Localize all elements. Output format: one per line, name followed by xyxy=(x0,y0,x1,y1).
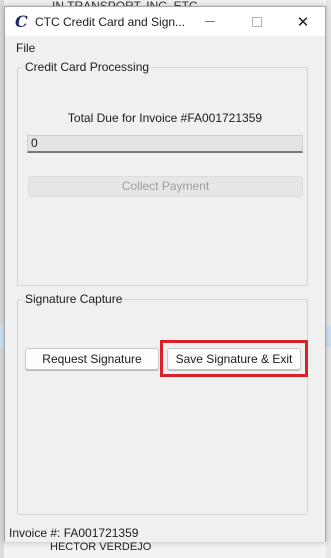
invoice-status-text: Invoice #: FA001721359 xyxy=(9,526,139,540)
status-bar: Invoice #: FA001721359 xyxy=(5,522,325,542)
amount-field[interactable]: 0 xyxy=(27,135,303,153)
maximize-icon xyxy=(252,16,262,27)
minimize-icon xyxy=(205,21,215,22)
credit-card-processing-legend: Credit Card Processing xyxy=(23,60,152,74)
highlight-annotation-box xyxy=(160,340,308,377)
signature-capture-legend: Signature Capture xyxy=(23,292,125,306)
close-button[interactable]: ✕ xyxy=(280,7,326,36)
menu-bar: File xyxy=(5,36,325,58)
request-signature-button[interactable]: Request Signature xyxy=(25,348,159,370)
background-right-strip xyxy=(326,0,331,558)
ctc-dialog-window: C CTC Credit Card and Sign... ✕ File Cre… xyxy=(4,6,326,542)
collect-payment-button[interactable]: Collect Payment xyxy=(28,176,303,197)
maximize-button[interactable] xyxy=(234,7,280,36)
window-title: CTC Credit Card and Sign... xyxy=(35,14,186,29)
menu-file[interactable]: File xyxy=(16,41,35,55)
signature-capture-group: Signature Capture xyxy=(17,292,308,515)
close-icon: ✕ xyxy=(296,13,310,31)
total-due-label: Total Due for Invoice #FA001721359 xyxy=(67,111,263,125)
title-bar[interactable]: C CTC Credit Card and Sign... ✕ xyxy=(5,7,325,36)
ctc-app-icon: C xyxy=(15,11,28,31)
minimize-button[interactable] xyxy=(187,7,233,36)
background-row-text-bottom: HECTOR VERDEJO xyxy=(50,541,152,553)
